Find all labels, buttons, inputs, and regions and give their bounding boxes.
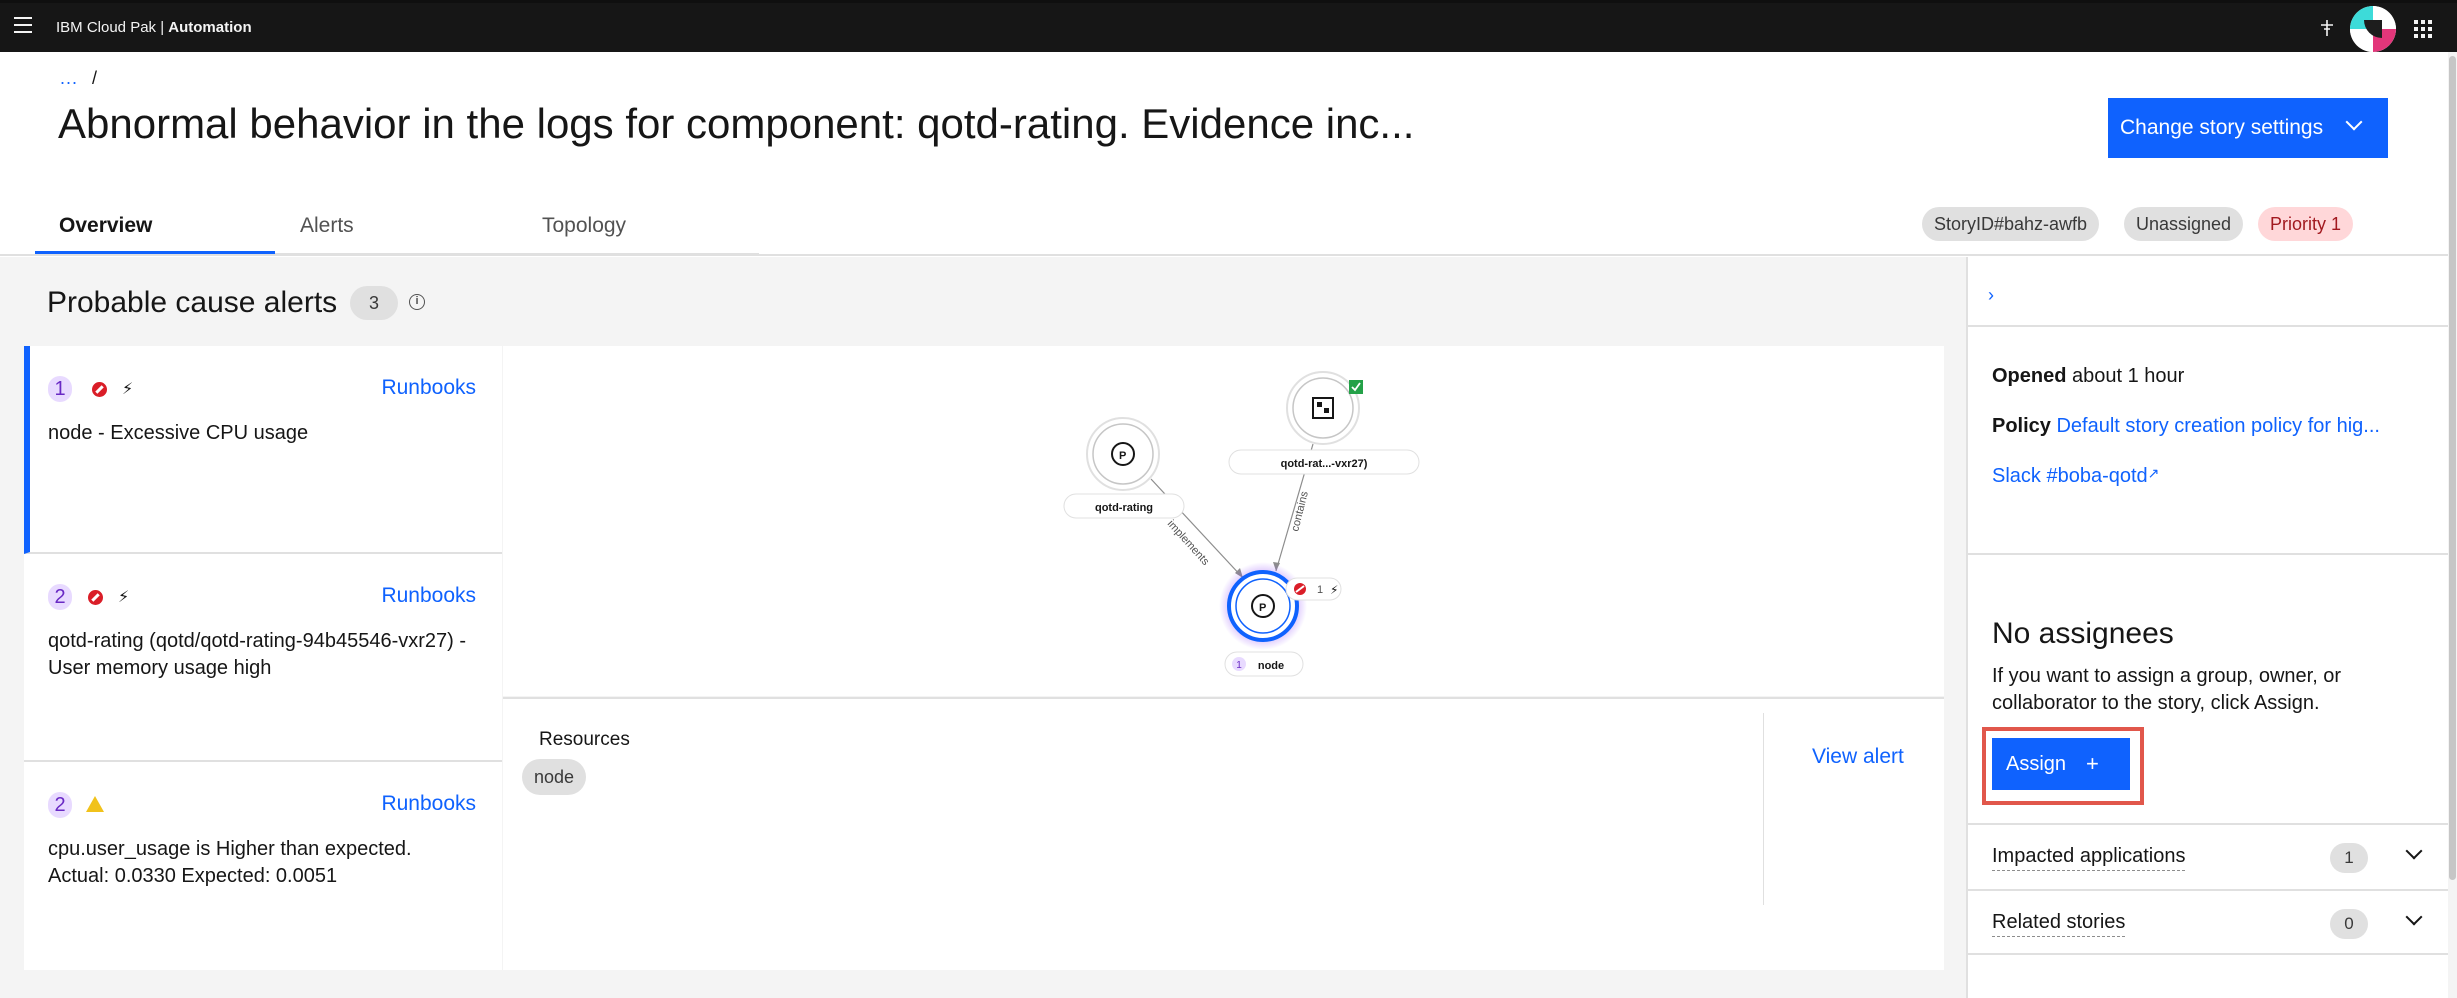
- breadcrumb-separator: /: [92, 68, 98, 88]
- tab-overview[interactable]: Overview: [59, 214, 152, 238]
- node-rank: 1: [1236, 660, 1242, 671]
- edge-label-implements: implements: [1165, 518, 1212, 568]
- alert-rank-badge: 1: [48, 376, 72, 402]
- scrollbar-thumb[interactable]: [2449, 56, 2456, 880]
- runbooks-link[interactable]: Runbooks: [381, 376, 476, 400]
- brand-prefix: IBM Cloud Pak |: [56, 19, 169, 36]
- detail-divider: [1763, 713, 1764, 905]
- policy-label: Policy: [1992, 415, 2051, 437]
- header-divider: [0, 254, 2450, 256]
- assignment-status-tag: Unassigned: [2124, 207, 2244, 241]
- related-stories-count: 0: [2330, 909, 2368, 939]
- avatar[interactable]: [2350, 6, 2396, 52]
- node-label: node: [1258, 660, 1284, 672]
- topology-node-qotd-rating[interactable]: P qotd-rating: [1063, 417, 1185, 519]
- topology-graph: implements contains P qotd-rating qotd-r…: [1063, 371, 1420, 677]
- impacted-applications-count: 1: [2330, 843, 2368, 873]
- sidebar-divider: [1968, 325, 2452, 327]
- alert-card-2[interactable]: 2 ⚡︎ Runbooks qotd-rating (qotd/qotd-rat…: [24, 554, 502, 762]
- page-title: Abnormal behavior in the logs for compon…: [58, 100, 1415, 147]
- breadcrumb: ... /: [60, 68, 97, 89]
- alert-detail-panel: Resources node View alert: [503, 697, 1944, 970]
- brand-product: Automation: [168, 19, 252, 36]
- topology-canvas[interactable]: implements contains P qotd-rating qotd-r…: [503, 346, 1944, 696]
- assign-label: Assign: [2006, 752, 2067, 775]
- alert-card-3[interactable]: 2 Runbooks cpu.user_usage is Higher than…: [24, 762, 502, 970]
- opened-label: Opened: [1992, 365, 2067, 387]
- critical-severity-icon: [92, 382, 107, 397]
- resources-label: Resources: [539, 729, 630, 750]
- alert-card-1[interactable]: 1 ⚡︎ Runbooks node - Excessive CPU usage: [24, 346, 502, 554]
- add-icon: +: [2086, 751, 2099, 776]
- node-alert-count: 1: [1317, 584, 1323, 596]
- alert-summary: cpu.user_usage is Higher than expected. …: [48, 838, 412, 887]
- story-details-sidebar: › Opened about 1 hour Policy Default sto…: [1966, 257, 2452, 998]
- breadcrumb-overflow-link[interactable]: ...: [60, 68, 78, 88]
- svg-text:P: P: [1119, 450, 1126, 462]
- menu-icon[interactable]: [14, 17, 32, 33]
- impacted-applications-accordion[interactable]: Impacted applications 1: [1968, 823, 2452, 889]
- chevron-down-icon[interactable]: [2405, 842, 2423, 860]
- topology-node-node[interactable]: P 1 ⚡︎ 1 node: [1219, 562, 1342, 677]
- alert-list: 1 ⚡︎ Runbooks node - Excessive CPU usage…: [24, 346, 502, 970]
- top-header: IBM Cloud Pak | Automation: [0, 0, 2457, 52]
- tab-list: Overview Alerts Topology: [35, 200, 759, 255]
- change-story-settings-button[interactable]: Change story settings: [2108, 98, 2388, 158]
- external-link-icon: ↗: [2147, 465, 2160, 481]
- chevron-down-icon[interactable]: [2405, 908, 2423, 926]
- alert-rank-badge: 2: [48, 584, 72, 610]
- related-stories-label: Related stories: [1992, 911, 2126, 937]
- runbooks-link[interactable]: Runbooks: [381, 792, 476, 816]
- app-switcher-icon[interactable]: [2414, 20, 2432, 38]
- alert-rank-badge: 2: [48, 792, 72, 818]
- slack-channel-link[interactable]: Slack #boba-qotd: [1992, 465, 2148, 487]
- product-brand[interactable]: IBM Cloud Pak | Automation: [56, 19, 252, 36]
- priority-tag: Priority 1: [2258, 207, 2354, 241]
- topology-node-pod[interactable]: qotd-rat...-vxr27): [1228, 371, 1420, 475]
- alert-summary: node - Excessive CPU usage: [48, 422, 309, 444]
- tab-alerts[interactable]: Alerts: [300, 214, 354, 238]
- svg-text:⚡︎: ⚡︎: [1330, 583, 1338, 597]
- view-alert-link[interactable]: View alert: [1812, 745, 1904, 769]
- chevron-down-icon: [2345, 113, 2363, 131]
- sidebar-divider: [1968, 553, 2452, 555]
- runbooks-link[interactable]: Runbooks: [381, 584, 476, 608]
- alert-summary: qotd-rating (qotd/qotd-rating-94b45546-v…: [48, 630, 467, 679]
- assign-description: If you want to assign a group, owner, or…: [1992, 665, 2342, 714]
- related-stories-accordion[interactable]: Related stories 0: [1968, 889, 2452, 955]
- no-assignees-heading: No assignees: [1992, 617, 2174, 650]
- assign-button[interactable]: Assign +: [1992, 738, 2130, 790]
- lightning-icon: ⚡︎: [122, 381, 134, 398]
- probable-cause-title: Probable cause alerts: [47, 286, 338, 319]
- alert-count-badge: 3: [350, 286, 398, 320]
- slack-row: Slack #boba-qotd↗: [1992, 465, 2159, 488]
- story-id-tag: StoryID#bahz-awfb: [1922, 207, 2100, 241]
- opened-row: Opened about 1 hour: [1992, 365, 2184, 388]
- node-label: qotd-rating: [1095, 502, 1153, 514]
- svg-text:P: P: [1259, 602, 1266, 614]
- change-story-settings-label: Change story settings: [2120, 116, 2324, 139]
- lightning-icon: ⚡︎: [118, 589, 130, 606]
- tab-topology[interactable]: Topology: [542, 214, 626, 238]
- impacted-applications-label: Impacted applications: [1992, 845, 2186, 871]
- opened-value: about 1 hour: [2072, 365, 2185, 387]
- edge-label-contains: contains: [1289, 490, 1311, 533]
- info-icon[interactable]: i: [409, 294, 425, 310]
- critical-severity-icon: [88, 590, 103, 605]
- policy-link[interactable]: Default story creation policy for hig...: [2056, 415, 2379, 437]
- page-scrollbar[interactable]: [2448, 52, 2457, 998]
- node-label: qotd-rat...-vxr27): [1281, 458, 1368, 470]
- collapse-sidebar-icon[interactable]: ›: [1988, 285, 1994, 306]
- policy-row: Policy Default story creation policy for…: [1992, 415, 2380, 438]
- warning-severity-icon: [86, 796, 104, 812]
- resource-chip: node: [522, 759, 587, 795]
- pin-icon[interactable]: [2316, 17, 2338, 39]
